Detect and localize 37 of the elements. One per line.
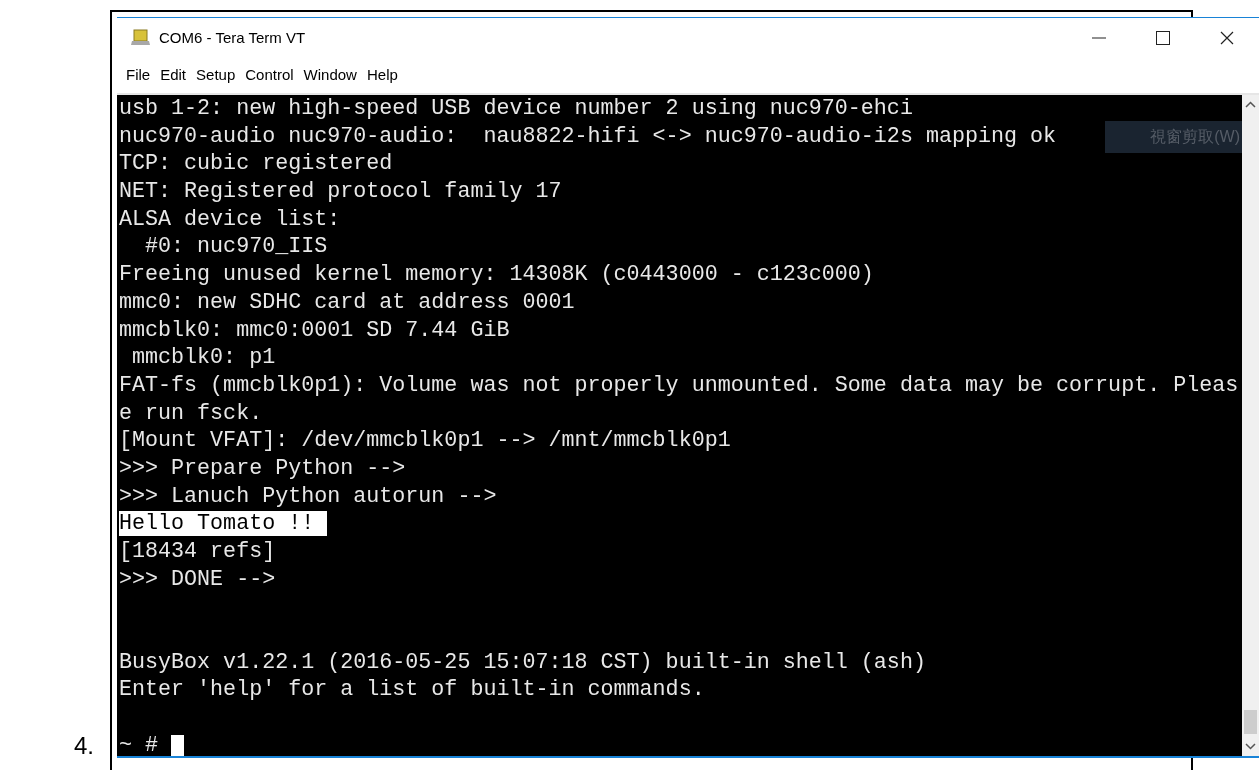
terminal-line: usb 1-2: new high-speed USB device number 2 using nuc970-ehci <box>119 96 913 121</box>
minimize-icon <box>1092 37 1106 39</box>
menu-item[interactable]: Control <box>240 64 299 87</box>
terminal-line: NET: Registered protocol family 17 <box>119 179 562 205</box>
terminal-line: nuc970-audio nuc970-audio: nau8822-hifi <-> nuc970-audio-i2s mapping ok <box>119 123 1057 149</box>
terminal-line: [18434 refs] <box>119 539 276 564</box>
menu-item[interactable]: File <box>121 64 156 87</box>
terminal-line: FAT-fs (mmcblk0p1): Volume was not properly unmounted. Some data may be corrupt. Pleas <box>119 372 1239 398</box>
list-marker: 4. <box>74 731 94 761</box>
close-icon <box>1220 31 1234 45</box>
terminal-line: >>> Prepare Python --> <box>119 455 406 481</box>
terminal-line: mmcblk0: p1 <box>131 345 276 371</box>
capture-label: 視窗剪取(W) <box>1105 121 1242 153</box>
window-title: COM6 - Tera Term VT <box>159 27 306 48</box>
terminal-line: #0: nuc970_IIS <box>144 234 328 260</box>
terminal-line: BusyBox v1.22.1 (2016-05-25 15:07:18 CST) built-in shell (ash) <box>119 649 926 675</box>
terminal-line: >>> DONE --> <box>119 566 276 592</box>
menu-item[interactable]: Help <box>361 64 403 87</box>
shell-prompt: ~ # <box>119 732 159 756</box>
terminal-line: TCP: cubic registered <box>119 151 393 177</box>
maximize-icon <box>1156 31 1170 45</box>
scroll-up-icon[interactable] <box>1245 101 1256 108</box>
terminal-app-icon <box>131 29 151 47</box>
terminal-line: Freeing unused kernel memory: 14308K (c0443000 - c123c000) <box>119 262 874 288</box>
scroll-down-icon[interactable] <box>1245 743 1256 750</box>
menu-item[interactable]: Window <box>298 64 362 87</box>
terminal-line: e run fsck. <box>119 400 263 426</box>
terminal-line: [Mount VFAT]: /dev/mmcblk0p1 --> /mnt/mmcblk0p1 <box>119 428 731 454</box>
terminal-line: mmcblk0: mmc0:0001 SD 7.44 GiB <box>119 317 510 343</box>
menu-item[interactable]: Edit <box>155 64 192 87</box>
scroll-thumb[interactable] <box>1244 710 1257 734</box>
scrollbar[interactable] <box>1242 95 1259 756</box>
terminal-line: Enter 'help' for a list of built-in commands. <box>119 677 705 703</box>
terminal-line: ALSA device list: <box>119 206 341 232</box>
menu-item[interactable]: Setup <box>191 64 241 87</box>
terminal-line: mmc0: new SDHC card at address 0001 <box>119 289 575 315</box>
terminal-line: >>> Lanuch Python autorun --> <box>119 483 497 509</box>
